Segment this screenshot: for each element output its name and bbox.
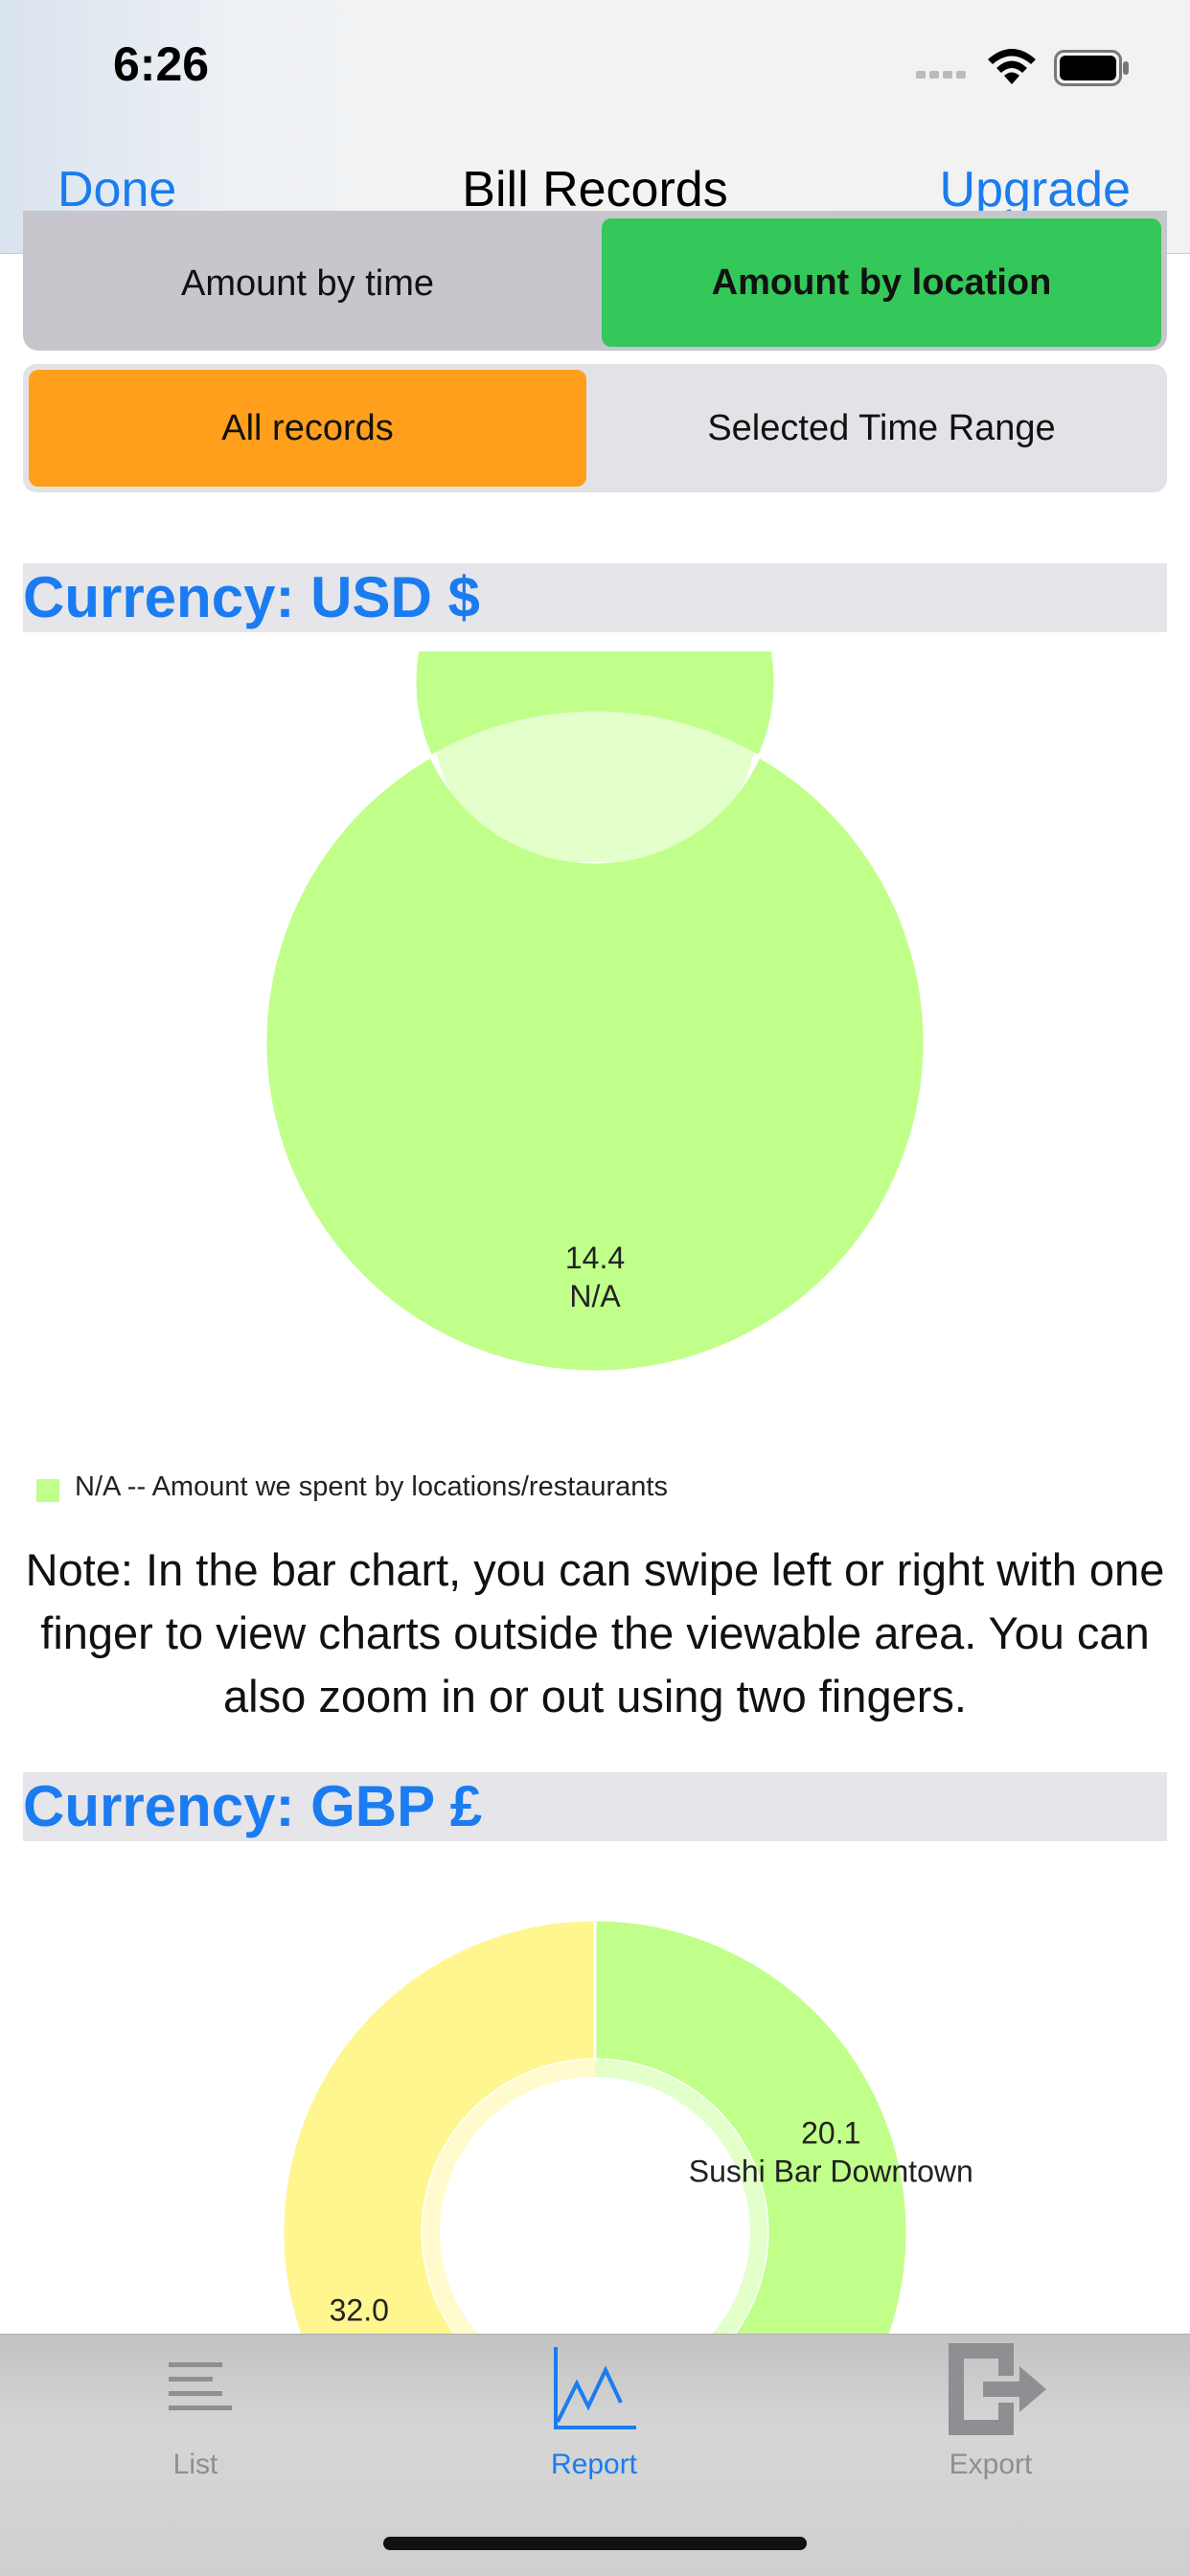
upgrade-button[interactable]: Upgrade: [940, 161, 1131, 218]
tab-list-label: List: [172, 2449, 218, 2480]
legend-swatch-na: [36, 1479, 59, 1502]
cellular-signal-icon: [916, 71, 966, 79]
segment-amount-by-time[interactable]: Amount by time: [27, 218, 588, 349]
export-icon: [949, 2343, 1046, 2435]
tab-report-label: Report: [550, 2449, 638, 2480]
donut-inner-ring-0: [414, 651, 775, 1222]
list-icon: [169, 2362, 232, 2410]
legend-description: -- Amount we spent by locations/restaura…: [119, 1471, 668, 1502]
battery-icon: [1054, 50, 1129, 86]
currency-label-usd: Currency: USD $: [23, 565, 480, 629]
segment-amount-by-location[interactable]: Amount by location: [602, 218, 1161, 347]
legend-series-name: N/A: [75, 1471, 120, 1502]
report-chart-icon: [554, 2347, 636, 2429]
home-indicator: [383, 2537, 807, 2550]
gbp-donut-chart[interactable]: 20.1Sushi Bar Downtown32.0London Cuisine: [0, 1878, 1190, 2334]
usd-donut-chart[interactable]: 14.4 N/A: [0, 651, 1190, 1418]
slice-name-label-0: N/A: [569, 1279, 621, 1313]
segment-selected-time-range[interactable]: Selected Time Range: [602, 370, 1161, 487]
status-time: 6:26: [113, 37, 210, 91]
slice-value-label-0: 14.4: [565, 1241, 625, 1275]
segment-all-records[interactable]: All records: [29, 370, 586, 487]
currency-label-gbp: Currency: GBP £: [23, 1774, 483, 1838]
slice-value-label-1: 32.0: [330, 2292, 389, 2327]
slice-name-label-0: Sushi Bar Downtown: [689, 2154, 973, 2189]
chart-usage-note: Note: In the bar chart, you can swipe le…: [25, 1544, 1165, 1721]
legend-text: N/A -- Amount we spent by locations/rest…: [75, 1471, 668, 1503]
wifi-icon: [988, 49, 1036, 84]
slice-value-label-0: 20.1: [801, 2116, 860, 2151]
tab-export-label: Export: [949, 2449, 1033, 2480]
